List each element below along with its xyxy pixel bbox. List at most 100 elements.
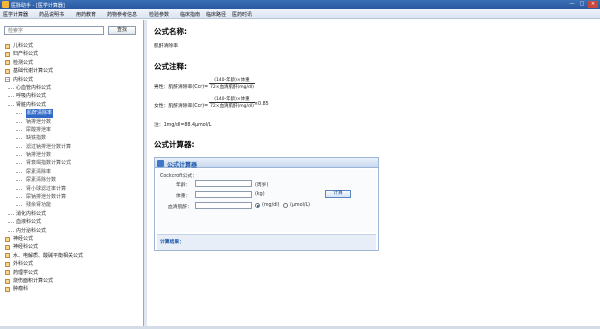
- tree-item-label: 残余肾功能: [26, 202, 52, 209]
- folder-icon: [5, 286, 10, 292]
- folder-icon: [5, 51, 10, 57]
- tree-item[interactable]: 检测公式: [3, 59, 141, 67]
- app-icon: [2, 1, 9, 8]
- tree-item-label: 缺铁指数: [26, 135, 47, 142]
- calculator-header: 公式计算器: [155, 158, 378, 169]
- unit-radio-umol[interactable]: [283, 203, 288, 208]
- menu-item-drug-instructions[interactable]: 药品说明书: [39, 11, 64, 18]
- tree-connector: [16, 180, 22, 182]
- tree-item[interactable]: 心血管内科公式: [3, 84, 141, 92]
- tree-item-label: 儿科公式: [13, 43, 34, 49]
- folder-icon: [5, 270, 10, 276]
- tree-item[interactable]: 肾衰竭指数计算公式: [3, 159, 141, 167]
- serum-creatinine-label: 血清肌酐：: [168, 205, 192, 210]
- folder-icon: [5, 253, 10, 259]
- tree-item[interactable]: 药理学公式: [3, 269, 141, 277]
- tree-item[interactable]: 妇产科公式: [3, 50, 141, 58]
- tree-item[interactable]: − 内科公式: [3, 76, 141, 84]
- tree-item-label: 水、电解质、酸碱平衡相关公式: [13, 252, 84, 259]
- tree-connector: [8, 213, 14, 215]
- unit-label-mgdl: (mg/dl): [262, 203, 280, 208]
- tree-item[interactable]: 基础代谢计算公式: [3, 67, 141, 75]
- tree-item[interactable]: 肿瘤科: [3, 285, 141, 293]
- tree-item[interactable]: 尿素清除率: [3, 168, 141, 176]
- female-formula-numerator: (140-年龄)×体重: [209, 96, 255, 103]
- tree-item[interactable]: 尿酸排泄率: [3, 126, 141, 134]
- tree-item[interactable]: 肌酐清除率: [3, 109, 141, 118]
- tree-connector: [8, 230, 14, 232]
- tree-item[interactable]: 肾脏内科公式: [3, 101, 141, 109]
- close-button[interactable]: ×: [588, 1, 598, 8]
- maximize-button[interactable]: □: [577, 1, 587, 8]
- window-title: 医脉助手 - [医学计算器]: [11, 2, 65, 9]
- tree-item[interactable]: 内分泌科公式: [3, 227, 141, 235]
- calculator-method-label: Cockcroft公式：: [160, 174, 198, 179]
- tree-item[interactable]: 神经公式: [3, 235, 141, 243]
- tree-item[interactable]: 残余肾功能: [3, 201, 141, 209]
- unit-note: 注：1mg/dl=88.4μmol/L: [154, 123, 212, 128]
- tree-connector: [8, 87, 14, 89]
- menu-item-clinical-guidelines[interactable]: 临床指南: [180, 11, 200, 18]
- tree-item[interactable]: 外科公式: [3, 260, 141, 268]
- tree-item[interactable]: 呼吸内科公式: [3, 92, 141, 100]
- male-formula-numerator: (140-年龄)×体重: [209, 77, 255, 84]
- tree-item[interactable]: 滤过钠排泄分数计算: [3, 143, 141, 151]
- menu-item-drug-education[interactable]: 用药教育: [76, 11, 96, 18]
- calculate-button[interactable]: 计算: [325, 190, 351, 198]
- tree-item-label: 肾小球滤过率计算: [26, 185, 67, 192]
- minimize-button[interactable]: —: [567, 1, 577, 8]
- tree-item[interactable]: 钠排泄分数: [3, 118, 141, 126]
- tree-item[interactable]: 血液科公式: [3, 218, 141, 226]
- tree-item-label: 肾衰竭指数计算公式: [26, 160, 72, 167]
- tree-connector: [8, 222, 14, 224]
- tree-item[interactable]: 消化内科公式: [3, 210, 141, 218]
- menu-bar: 医学计算器 药品说明书 用药教育 药物参考信息 检验参数 临床指南 临床路径 医…: [0, 9, 600, 19]
- tree-item[interactable]: 钠排泄分数: [3, 151, 141, 159]
- tree-connector: [16, 155, 22, 157]
- tree-connector: [16, 205, 22, 207]
- tree-item[interactable]: 儿科公式: [3, 42, 141, 50]
- menu-item-clinical-pathways[interactable]: 临床路径: [206, 11, 226, 18]
- weight-input[interactable]: [195, 191, 252, 198]
- tree-item-label: 妇产科公式: [13, 51, 39, 58]
- formula-name-heading: 公式名称:: [154, 27, 187, 36]
- tree-item[interactable]: 烧伤面积计算公式: [3, 277, 141, 285]
- calculator-icon: [157, 159, 164, 167]
- female-formula-fraction: (140-年龄)×体重 72×血清肌酐(mg/dl): [209, 96, 255, 109]
- tree-item-label: 检测公式: [13, 59, 34, 66]
- folder-icon: [5, 236, 10, 242]
- tree-item-label: 呼吸内科公式: [16, 93, 47, 100]
- age-unit: (周岁): [255, 183, 269, 188]
- tree-item[interactable]: 神经科公式: [3, 243, 141, 251]
- menu-item-calculator[interactable]: 医学计算器: [3, 11, 28, 18]
- tree-item[interactable]: 肾小球滤过率计算: [3, 185, 141, 193]
- collapse-icon[interactable]: −: [5, 77, 10, 83]
- menu-item-lab-parameters[interactable]: 检验参数: [149, 11, 169, 18]
- serum-creatinine-input[interactable]: [195, 202, 252, 209]
- female-formula-suffix: ×0.85: [254, 102, 269, 107]
- age-input[interactable]: [195, 180, 252, 187]
- tree-connector: [16, 121, 22, 123]
- folder-icon: [5, 261, 10, 267]
- tree-connector: [16, 171, 22, 173]
- tree-item[interactable]: 缺铁指数: [3, 134, 141, 142]
- tree-item[interactable]: 尿钠排泄分数计算: [3, 193, 141, 201]
- search-input[interactable]: [4, 26, 104, 35]
- sidebar: 查找 儿科公式妇产科公式检测公式基础代谢计算公式−内科公式心血管内科公式呼吸内科…: [0, 20, 144, 326]
- age-label: 年龄：: [176, 183, 191, 188]
- tree-item-label: 内科公式: [13, 76, 34, 83]
- folder-icon: [5, 68, 10, 74]
- tree-item-label: 尿素清除分数: [26, 177, 57, 184]
- search-button[interactable]: 查找: [108, 26, 136, 35]
- weight-label: 体重：: [176, 194, 191, 199]
- calculator-heading: 公式计算器:: [154, 140, 195, 149]
- unit-radio-mgdl[interactable]: [255, 203, 260, 208]
- tree-item[interactable]: 水、电解质、酸碱平衡相关公式: [3, 252, 141, 260]
- female-formula-denominator: 72×血清肌酐(mg/dl): [210, 104, 254, 109]
- tree-connector: [16, 138, 22, 140]
- menu-item-medical-news[interactable]: 医药时讯: [232, 11, 252, 18]
- menu-item-drug-reference[interactable]: 药物参考信息: [107, 11, 137, 18]
- tree-item-label: 肾脏内科公式: [16, 101, 47, 108]
- folder-icon: [5, 278, 10, 284]
- tree-item[interactable]: 尿素清除分数: [3, 176, 141, 184]
